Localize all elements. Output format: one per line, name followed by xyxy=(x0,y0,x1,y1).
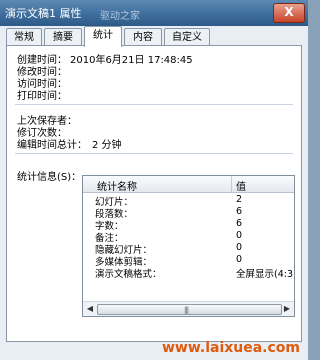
properties-dialog: 演示文稿1 属性 驱动之家 X 常规 摘要 统计 内容 自定义 创建时间： 20… xyxy=(0,0,308,360)
list-item[interactable]: 隐藏幻灯片： 0 xyxy=(83,242,294,256)
watermark: www.laixuea.com xyxy=(161,340,300,356)
separator xyxy=(15,104,293,105)
scroll-left-icon[interactable]: ◀ xyxy=(85,304,95,314)
tab-contents[interactable]: 内容 xyxy=(124,28,162,46)
list-item[interactable]: 字数： 6 xyxy=(83,218,294,232)
stat-value: 0 xyxy=(236,254,243,265)
grip-icon: ||| xyxy=(184,306,189,314)
separator xyxy=(15,153,293,154)
statistics-list[interactable]: 统计名称 值 幻灯片： 2 段落数： 6 字数： 6 备注： 0 隐藏幻灯片： xyxy=(82,175,295,317)
statistics-panel: 创建时间： 2010年6月21日 17:48:45 修改时间： 访问时间： 打印… xyxy=(6,45,302,342)
column-divider[interactable] xyxy=(231,176,232,192)
stat-value: 2 xyxy=(236,194,243,205)
horizontal-scrollbar[interactable]: ◀ ||| ▶ xyxy=(83,301,294,316)
list-item[interactable]: 多媒体剪辑： 0 xyxy=(83,254,294,268)
edit-time-label: 编辑时间总计： xyxy=(17,140,87,151)
title-bar[interactable]: 演示文稿1 属性 驱动之家 X xyxy=(0,0,308,26)
printed-label: 打印时间： xyxy=(17,91,67,102)
column-header-value[interactable]: 值 xyxy=(236,178,246,193)
stat-value: 6 xyxy=(236,206,243,217)
list-item[interactable]: 备注： 0 xyxy=(83,230,294,244)
list-item[interactable]: 幻灯片： 2 xyxy=(83,194,294,208)
tab-custom[interactable]: 自定义 xyxy=(164,28,210,46)
tab-summary[interactable]: 摘要 xyxy=(44,28,82,46)
created-value: 2010年6月21日 17:48:45 xyxy=(70,55,193,66)
list-item[interactable]: 演示文稿格式： 全屏显示(4:3) xyxy=(83,266,295,280)
stat-value: 6 xyxy=(236,218,243,229)
stat-value: 全屏显示(4:3) xyxy=(236,269,295,280)
edit-time-value: 2 分钟 xyxy=(92,140,122,151)
list-item[interactable]: 段落数： 6 xyxy=(83,206,294,220)
tab-general[interactable]: 常规 xyxy=(6,28,42,46)
close-button[interactable]: X xyxy=(273,3,305,23)
stat-name: 演示文稿格式： xyxy=(95,269,162,280)
scroll-thumb[interactable]: ||| xyxy=(97,304,282,315)
close-icon: X xyxy=(284,5,294,19)
stat-value: 0 xyxy=(236,242,243,253)
stat-value: 0 xyxy=(236,230,243,241)
title-overlay-text: 驱动之家 xyxy=(100,11,140,22)
scroll-right-icon[interactable]: ▶ xyxy=(282,304,292,314)
list-header: 统计名称 值 xyxy=(83,176,294,193)
column-header-name[interactable]: 统计名称 xyxy=(97,178,137,193)
statistics-label: 统计信息(S)： xyxy=(17,172,82,183)
tab-statistics[interactable]: 统计 xyxy=(84,26,122,47)
window-title: 演示文稿1 属性 xyxy=(5,7,82,20)
